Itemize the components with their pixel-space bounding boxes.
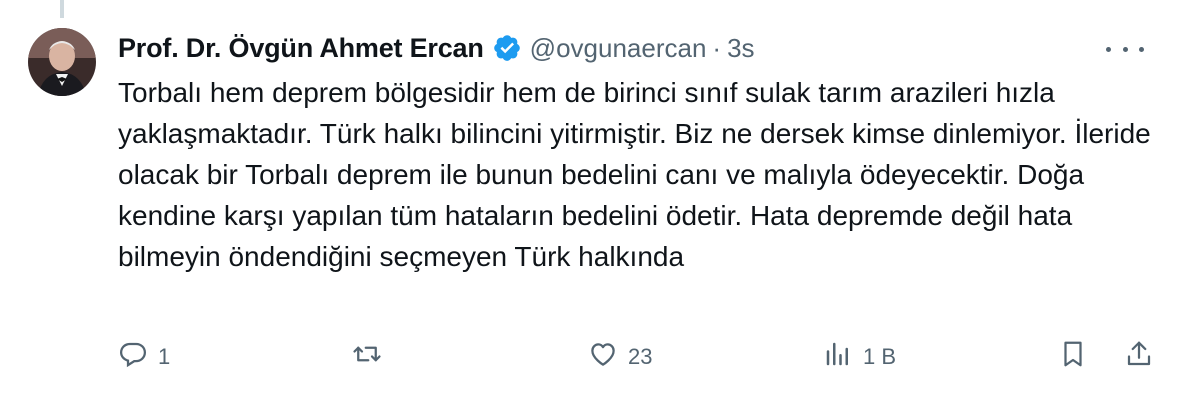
views-button[interactable]: 1 B	[823, 334, 896, 380]
avatar[interactable]	[28, 28, 96, 96]
more-icon[interactable]	[1106, 36, 1144, 62]
author-handle[interactable]: @ovgunaercan	[530, 33, 707, 64]
bookmark-button[interactable]	[1058, 334, 1088, 380]
views-icon	[823, 339, 853, 375]
retweet-icon	[352, 339, 382, 375]
reply-count: 1	[158, 344, 171, 369]
tweet-header: Prof. Dr. Övgün Ahmet Ercan @ovgunaercan…	[118, 28, 755, 68]
views-count: 1 B	[863, 344, 897, 369]
like-button[interactable]: 23	[588, 334, 652, 380]
bookmark-icon	[1058, 339, 1088, 375]
reply-icon	[118, 339, 148, 375]
like-icon	[588, 339, 618, 375]
avatar-image	[28, 28, 96, 96]
tweet-text: Torbalı hem deprem bölgesidir hem de bir…	[118, 77, 1159, 272]
separator-dot: ·	[712, 32, 722, 63]
reply-button[interactable]: 1	[118, 334, 170, 380]
like-count: 23	[628, 344, 653, 369]
thread-line	[60, 0, 64, 18]
share-icon	[1124, 339, 1154, 375]
author-name[interactable]: Prof. Dr. Övgün Ahmet Ercan	[118, 33, 484, 64]
action-bar: 1 23 1 B	[118, 334, 1158, 380]
verified-badge-icon	[492, 33, 522, 63]
retweet-button[interactable]	[352, 334, 392, 380]
share-button[interactable]	[1124, 334, 1154, 380]
timestamp[interactable]: 3s	[727, 33, 754, 64]
